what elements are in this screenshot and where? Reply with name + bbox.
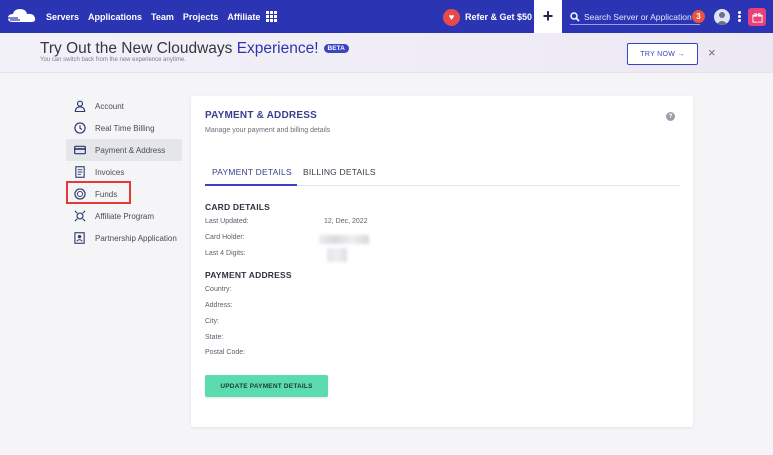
nav-affiliate[interactable]: Affiliate <box>227 12 260 22</box>
search-icon <box>570 11 580 22</box>
search-input[interactable] <box>584 11 696 22</box>
page-subtitle: Manage your payment and billing details <box>205 127 331 134</box>
last-updated-value: 12, Dec, 2022 <box>324 218 368 225</box>
redacted-card-holder <box>319 235 369 244</box>
grid-icon[interactable] <box>266 11 277 22</box>
sidebar-item-real-time-billing[interactable]: Real Time Billing <box>66 117 182 139</box>
main-nav: Servers Applications Team Projects Affil… <box>46 0 260 33</box>
sidebar-item-label: Partnership Application <box>95 233 177 243</box>
kebab-menu-icon[interactable] <box>738 11 741 22</box>
cloud-logo[interactable] <box>6 6 38 26</box>
tab-payment-details[interactable]: PAYMENT DETAILS <box>212 167 292 177</box>
sidebar-item-label: Real Time Billing <box>95 123 155 133</box>
banner-subtitle: You can switch back from the new experie… <box>40 57 186 63</box>
active-tab-indicator <box>205 184 297 186</box>
state-label: State: <box>205 334 224 341</box>
nav-servers[interactable]: Servers <box>46 12 79 22</box>
gift-icon[interactable] <box>748 8 766 26</box>
refer-label: Refer & Get $50 <box>465 12 533 22</box>
sidebar-item-payment-address[interactable]: Payment & Address <box>66 139 182 161</box>
sidebar-item-partnership-application[interactable]: Partnership Application <box>66 227 182 249</box>
sidebar-item-invoices[interactable]: Invoices <box>66 161 182 183</box>
nav-applications[interactable]: Applications <box>88 12 142 22</box>
clock-icon <box>73 122 86 135</box>
sidebar-item-affiliate-program[interactable]: Affiliate Program <box>66 205 182 227</box>
card-holder-label: Card Holder: <box>205 234 245 241</box>
sidebar-item-account[interactable]: Account <box>66 95 182 117</box>
affiliate-icon <box>73 210 86 223</box>
user-avatar-icon[interactable] <box>714 9 730 25</box>
account-icon <box>73 100 86 113</box>
payment-address-card: PAYMENT & ADDRESS Manage your payment an… <box>191 96 693 427</box>
tab-bar: PAYMENT DETAILS BILLING DETAILS <box>205 159 680 186</box>
city-label: City: <box>205 318 219 325</box>
sidebar-item-label: Funds <box>95 189 118 199</box>
page-title: PAYMENT & ADDRESS <box>205 110 317 121</box>
card-details-heading: CARD DETAILS <box>205 202 271 212</box>
close-icon[interactable]: × <box>708 46 718 59</box>
update-payment-details-button[interactable]: UPDATE PAYMENT DETAILS <box>205 375 328 397</box>
last-updated-label: Last Updated: <box>205 218 249 225</box>
invoice-icon <box>73 166 86 179</box>
plus-icon[interactable]: + <box>534 0 562 33</box>
help-icon[interactable]: ? <box>666 112 675 121</box>
redacted-last-4-digits <box>327 248 347 262</box>
search-box[interactable] <box>570 9 700 25</box>
address-label: Address: <box>205 302 233 309</box>
payment-address-heading: PAYMENT ADDRESS <box>205 270 292 280</box>
credit-card-icon <box>73 144 86 157</box>
tab-billing-details[interactable]: BILLING DETAILS <box>303 167 376 177</box>
nav-team[interactable]: Team <box>151 12 174 22</box>
try-now-button[interactable]: TRY NOW → <box>627 43 698 65</box>
sidebar-item-label: Invoices <box>95 167 125 177</box>
sidebar-item-label: Account <box>95 101 124 111</box>
banner-title: Try Out the New Cloudways Experience! BET… <box>40 40 349 58</box>
notification-badge[interactable]: 3 <box>692 10 705 23</box>
sidebar-item-funds[interactable]: Funds <box>66 183 182 205</box>
sidebar-item-label: Affiliate Program <box>95 211 154 221</box>
postal-code-label: Postal Code: <box>205 349 246 356</box>
last-4-digits-label: Last 4 Digits: <box>205 250 246 257</box>
top-navigation-bar: Servers Applications Team Projects Affil… <box>0 0 773 33</box>
refer-button[interactable]: ♥ Refer & Get $50 <box>443 8 532 26</box>
nav-projects[interactable]: Projects <box>183 12 219 22</box>
sidebar-item-label: Payment & Address <box>95 145 166 155</box>
country-label: Country: <box>205 286 232 293</box>
partnership-icon <box>73 232 86 245</box>
beta-badge: BETA <box>323 44 349 53</box>
funds-icon <box>73 188 86 201</box>
heart-icon: ♥ <box>443 8 460 26</box>
settings-sidebar: Account Real Time Billing Payment & Addr… <box>66 95 182 249</box>
